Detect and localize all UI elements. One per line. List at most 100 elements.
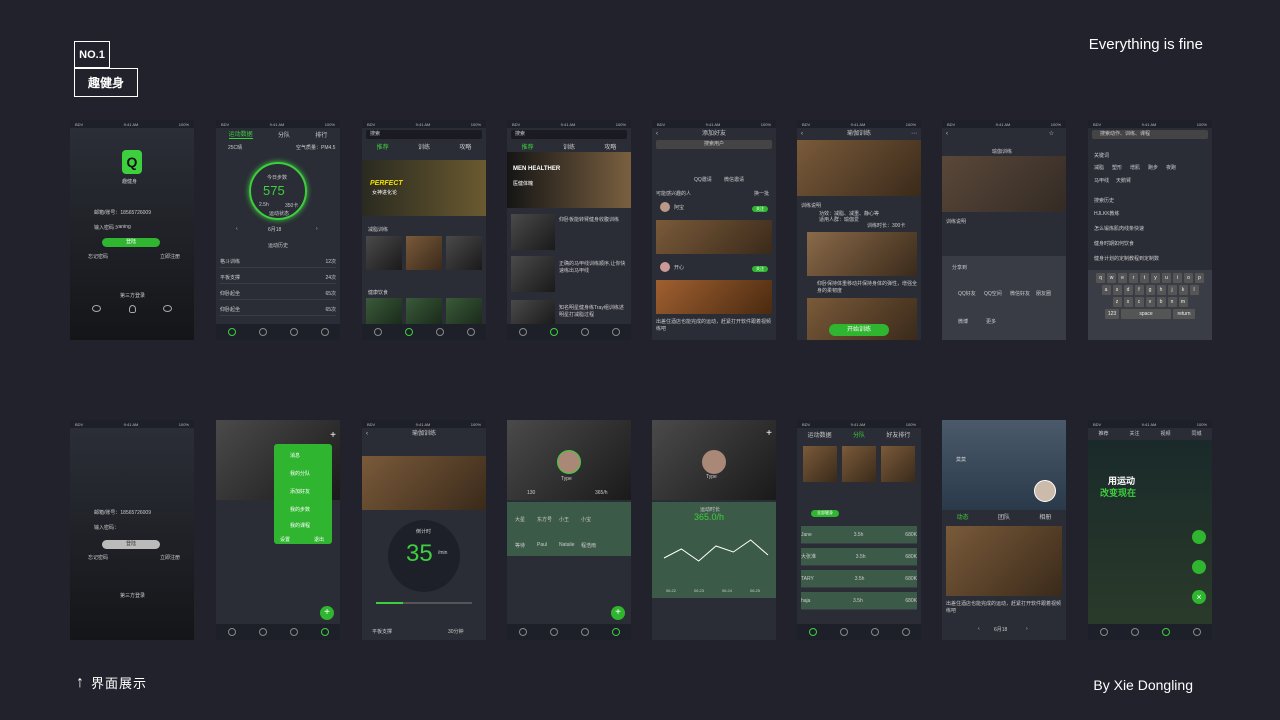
tab-sport-data[interactable]: 运动数据: [808, 430, 832, 439]
tab-recommend[interactable]: 推荐: [1098, 430, 1108, 437]
article-thumb[interactable]: [511, 256, 555, 292]
share-moments[interactable]: 朋友圈: [1036, 290, 1051, 297]
follow-button[interactable]: 关注: [752, 206, 768, 212]
share-weibo[interactable]: 微博: [958, 318, 968, 325]
qq-invite[interactable]: QQ邀请: [694, 176, 712, 183]
key[interactable]: y: [1151, 273, 1160, 283]
list-item[interactable]: 仰卧起坐 65次: [220, 304, 336, 316]
key[interactable]: u: [1162, 273, 1171, 283]
key[interactable]: t: [1140, 273, 1149, 283]
sport-icon[interactable]: [1099, 628, 1108, 636]
search-input[interactable]: 搜索: [511, 130, 627, 139]
sport-icon[interactable]: [518, 328, 527, 336]
register-link[interactable]: 立即注册: [160, 253, 180, 260]
food-thumb[interactable]: [366, 298, 402, 324]
key[interactable]: c: [1134, 297, 1144, 307]
forgot-link[interactable]: 忘记密码: [88, 253, 108, 260]
follow-button[interactable]: 关注: [752, 266, 768, 272]
me-icon[interactable]: [901, 628, 910, 636]
start-training-button[interactable]: 开始训练: [829, 324, 889, 336]
weibo-icon[interactable]: [163, 305, 172, 312]
article-title[interactable]: 知名明星健身练Tray组训练述明星打减脂过程: [559, 304, 627, 318]
key[interactable]: n: [1167, 297, 1177, 307]
refresh-link[interactable]: 换一批: [754, 190, 769, 197]
video-cover[interactable]: [362, 456, 486, 510]
wechat-invite[interactable]: 微信邀请: [724, 176, 744, 183]
banner-image[interactable]: MEN HEALTHER 医健体魄: [507, 152, 631, 208]
course-thumb[interactable]: [366, 236, 402, 270]
article-title[interactable]: 仰卧板能转臂健身收腹训练: [559, 216, 627, 223]
social-icon[interactable]: [870, 628, 879, 636]
next-icon[interactable]: ›: [316, 226, 318, 232]
history-item[interactable]: 怎么锻炼肌肉线条快速: [1094, 225, 1144, 232]
tab-train[interactable]: 训练: [418, 142, 430, 151]
share-qq[interactable]: QQ好友: [958, 290, 976, 297]
tab-team[interactable]: 分队: [278, 130, 290, 139]
list-item[interactable]: 平板支撑 24次: [220, 272, 336, 284]
share-wechat[interactable]: 微信好友: [1010, 290, 1030, 297]
sport-icon[interactable]: [227, 328, 236, 336]
banner-image[interactable]: PERFECT 女神进化论: [362, 160, 486, 216]
course-thumb[interactable]: [406, 236, 442, 270]
article-title[interactable]: 正确的马甲线训练顺序,让你快速练出马甲线: [559, 260, 627, 274]
avatar[interactable]: [702, 450, 726, 474]
keyboard[interactable]: q w e r t y u i o p a s d f g h j k l z x c v b n m 123 space return: [1088, 270, 1212, 340]
history-item[interactable]: HJLKK教练: [1094, 210, 1120, 217]
settings-link[interactable]: 设置: [280, 536, 290, 543]
key[interactable]: b: [1156, 297, 1166, 307]
prev-icon[interactable]: ‹: [236, 226, 238, 232]
search-input[interactable]: 搜索用户: [656, 140, 772, 149]
share-icon[interactable]: ⋯: [911, 128, 917, 140]
social-icon[interactable]: [580, 628, 589, 636]
tab-feed[interactable]: 动态: [957, 512, 969, 524]
tab-sport-data[interactable]: 运动数据: [228, 129, 253, 139]
post-image[interactable]: [656, 280, 772, 314]
tab-team[interactable]: 分队: [853, 430, 865, 439]
tag[interactable]: 跑步: [1148, 164, 1158, 171]
key[interactable]: r: [1129, 273, 1138, 283]
sport-icon[interactable]: [518, 628, 527, 636]
menu-item[interactable]: 消息: [290, 452, 300, 459]
key[interactable]: l: [1189, 285, 1199, 295]
course-thumb[interactable]: [446, 236, 482, 270]
key[interactable]: x: [1123, 297, 1133, 307]
table-row[interactable]: TARY 3.5h 680K: [801, 570, 917, 588]
me-icon[interactable]: [320, 628, 329, 636]
menu-item[interactable]: 我的课程: [290, 522, 310, 529]
avatar[interactable]: [1034, 480, 1056, 502]
video-icon[interactable]: [1192, 530, 1206, 544]
list-item[interactable]: 格斗训练 12次: [220, 256, 336, 268]
history-item[interactable]: 健身时期如何饮食: [1094, 240, 1134, 247]
tab-rank[interactable]: 排行: [315, 130, 327, 139]
train-icon[interactable]: [549, 328, 558, 336]
tab-guide[interactable]: 攻略: [604, 142, 616, 151]
next-icon[interactable]: ›: [1026, 626, 1028, 632]
key[interactable]: v: [1145, 297, 1155, 307]
menu-item[interactable]: 我的分队: [290, 470, 310, 477]
social-icon[interactable]: [435, 328, 444, 336]
tag[interactable]: 马甲线: [1094, 177, 1109, 184]
article-thumb[interactable]: [511, 300, 555, 324]
wechat-icon[interactable]: [92, 305, 101, 312]
close-icon[interactable]: ×: [1192, 590, 1206, 604]
tab-video[interactable]: 视频: [1160, 430, 1170, 437]
back-icon[interactable]: ‹: [801, 128, 803, 140]
food-thumb[interactable]: [446, 298, 482, 324]
list-item[interactable]: 仰卧起坐 65次: [220, 288, 336, 300]
share-qzone[interactable]: QQ空间: [984, 290, 1002, 297]
tag[interactable]: 塑形: [1112, 164, 1122, 171]
back-icon[interactable]: ‹: [656, 128, 658, 140]
key[interactable]: w: [1107, 273, 1116, 283]
post-image[interactable]: [656, 220, 772, 254]
tag[interactable]: 天鹅臂: [1116, 177, 1131, 184]
avatar[interactable]: [660, 202, 670, 212]
tab-guide[interactable]: 攻略: [459, 142, 471, 151]
article-thumb[interactable]: [511, 214, 555, 250]
tab-recommend[interactable]: 推荐: [377, 142, 389, 151]
login-button[interactable]: 登陆: [102, 540, 160, 549]
menu-item[interactable]: 我的步数: [290, 506, 310, 513]
train-icon[interactable]: [839, 628, 848, 636]
qq-icon[interactable]: [128, 305, 136, 313]
tag[interactable]: 增肌: [1130, 164, 1140, 171]
key[interactable]: q: [1096, 273, 1105, 283]
